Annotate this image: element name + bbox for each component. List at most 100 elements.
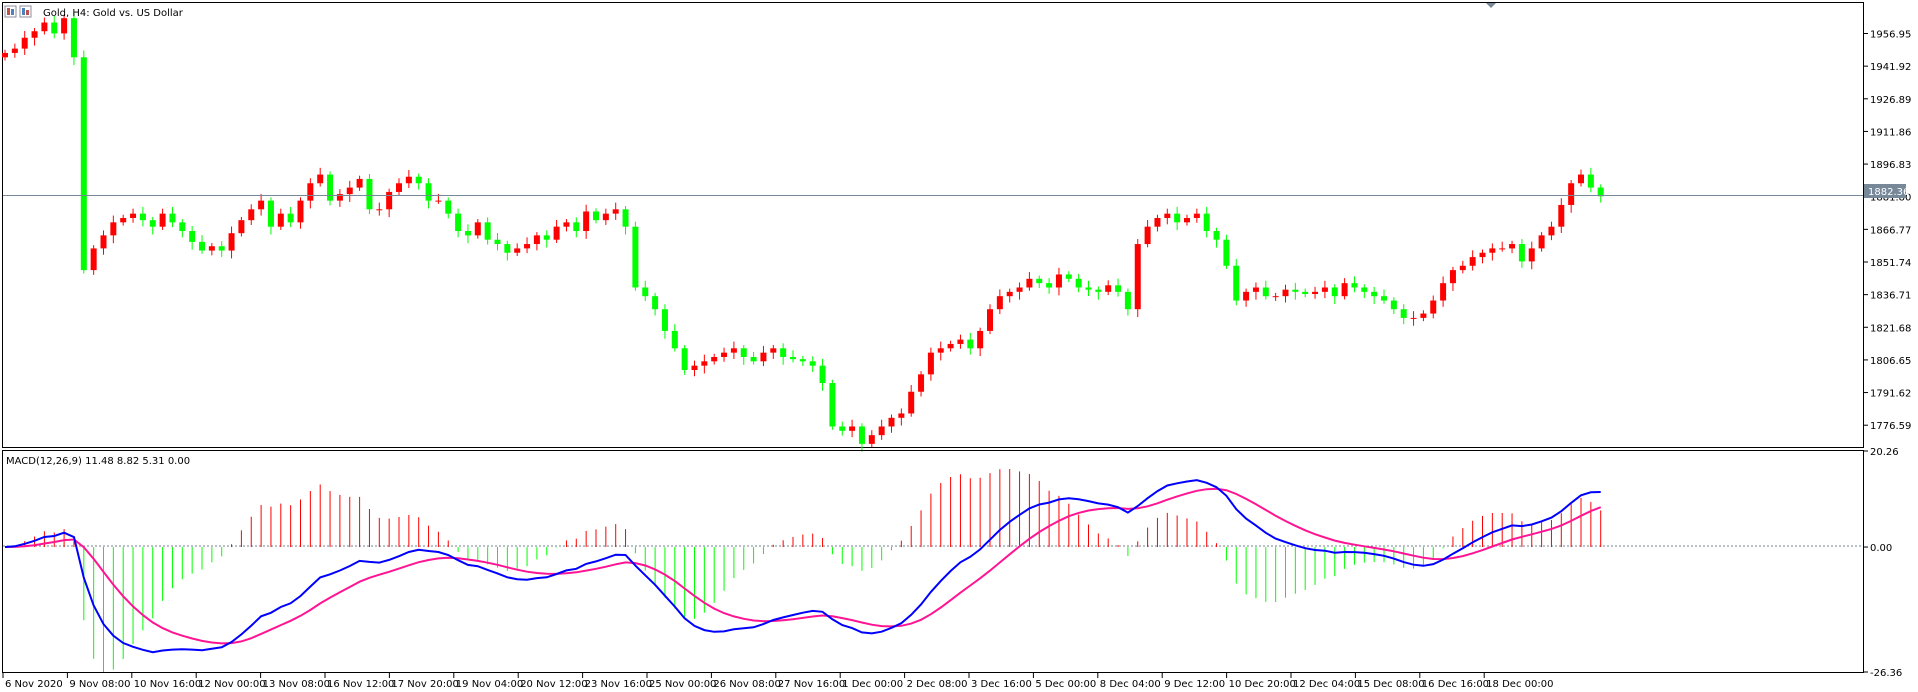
time-tick-label: 23 Nov 16:00 (585, 679, 652, 690)
candle-body (327, 174, 334, 201)
candle-body (593, 211, 599, 221)
candle-body (1420, 313, 1427, 318)
time-tick-label: 3 Dec 16:00 (971, 679, 1032, 690)
candle-body (691, 365, 698, 371)
candle-body (908, 391, 915, 414)
candle-body (1233, 265, 1240, 301)
symbol-icon[interactable] (4, 5, 17, 18)
candle-body (1193, 213, 1200, 218)
candle-body (1479, 252, 1486, 258)
candle-body (927, 352, 934, 375)
candle-body (770, 348, 777, 353)
candle-body (1095, 289, 1102, 292)
candle-body (878, 426, 885, 436)
time-tick-label: 16 Nov 12:00 (327, 679, 394, 690)
price-tick-label: 1776.59 (1870, 421, 1911, 432)
candle-body (868, 435, 875, 444)
candle-body (1430, 300, 1437, 314)
candle-body (504, 244, 511, 253)
candle-body (1489, 248, 1496, 253)
time-tick-label: 20 Nov 12:00 (520, 679, 587, 690)
gold-h4-chart[interactable]: Gold, H4: Gold vs. US Dollar 1956.95 1941… (0, 0, 1918, 692)
candle-body (455, 213, 462, 232)
candle-body (1105, 285, 1112, 292)
candle-body (819, 365, 826, 384)
time-tick-label: 8 Dec 04:00 (1100, 679, 1161, 690)
candle-body (1361, 287, 1368, 292)
time-tick-label: 12 Nov 00:00 (198, 679, 265, 690)
candle-body (1055, 274, 1062, 288)
candle-body (1587, 174, 1594, 188)
time-tick-label: 9 Dec 12:00 (1164, 679, 1225, 690)
candle-body (721, 352, 728, 357)
candle-body (1449, 270, 1456, 284)
candle-body (51, 22, 58, 34)
current-price-label: 1882.36 (1868, 187, 1909, 198)
candle-body (681, 348, 688, 371)
candle-body (149, 220, 156, 227)
candle-body (1016, 287, 1023, 292)
candle-body (612, 209, 619, 214)
candle-body (376, 209, 383, 211)
candle-body (1075, 278, 1082, 288)
candle-body (1115, 285, 1122, 292)
candle-body (1538, 235, 1545, 249)
candle-body (396, 183, 402, 192)
candle-body (1026, 278, 1033, 288)
candle-body (533, 235, 540, 245)
candle-body (1578, 174, 1584, 184)
time-tick-label: 10 Dec 20:00 (1229, 679, 1296, 690)
time-tick-label: 17 Nov 20:00 (391, 679, 458, 690)
candle-body (1499, 248, 1506, 250)
chart-type-icon[interactable] (19, 5, 32, 18)
candle-body (790, 356, 796, 360)
candle-body (464, 231, 471, 236)
price-tick-label: 1821.68 (1870, 323, 1911, 334)
macd-label: MACD(12,26,9) 11.48 8.82 5.31 0.00 (6, 456, 190, 467)
candle-body (652, 296, 659, 310)
candle-body (425, 183, 432, 201)
time-tick-label: 10 Nov 16:00 (134, 679, 201, 690)
candle-body (524, 244, 531, 249)
candle-body (514, 248, 521, 253)
candle-body (405, 176, 412, 184)
price-tick-label: 1926.89 (1870, 95, 1911, 106)
macd-tick-label: 0.00 (1870, 543, 1892, 554)
candle-body (543, 235, 550, 240)
candle-body (199, 241, 205, 251)
candle-body (1164, 213, 1171, 218)
candle-body (2, 52, 8, 58)
time-tick-label: 15 Dec 08:00 (1357, 679, 1424, 690)
candle-body (957, 339, 964, 344)
candle-body (602, 213, 609, 221)
candle-body (839, 426, 846, 431)
candle-body (1568, 183, 1575, 205)
candle-body (1174, 213, 1181, 223)
candle-body (1518, 244, 1525, 262)
candle-body (553, 226, 560, 240)
candle-body (139, 213, 146, 221)
candle-body (622, 209, 629, 227)
time-tick-label: 5 Dec 00:00 (1035, 679, 1096, 690)
candle-body (1292, 289, 1299, 292)
candle-body (307, 183, 314, 201)
candle-body (277, 213, 284, 227)
price-tick-label: 1851.74 (1870, 258, 1911, 269)
candle-body (1203, 213, 1210, 232)
candle-body (1262, 287, 1269, 297)
chart-type-icon-bar (22, 8, 25, 15)
candle-body (1144, 226, 1151, 245)
candle-body (1331, 287, 1338, 297)
candle-body (888, 417, 895, 427)
candle-body (1065, 274, 1072, 279)
candle-body (445, 200, 452, 214)
candle-body (297, 200, 304, 223)
symbol-icon-bar (7, 8, 10, 15)
chart-title: Gold, H4: Gold vs. US Dollar (43, 8, 184, 19)
candle-body (346, 187, 353, 195)
time-tick-label: 25 Nov 00:00 (649, 679, 716, 690)
candle-body (1243, 291, 1250, 301)
candle-body (799, 359, 806, 362)
time-tick-label: 13 Nov 08:00 (263, 679, 330, 690)
candle-body (366, 178, 373, 210)
